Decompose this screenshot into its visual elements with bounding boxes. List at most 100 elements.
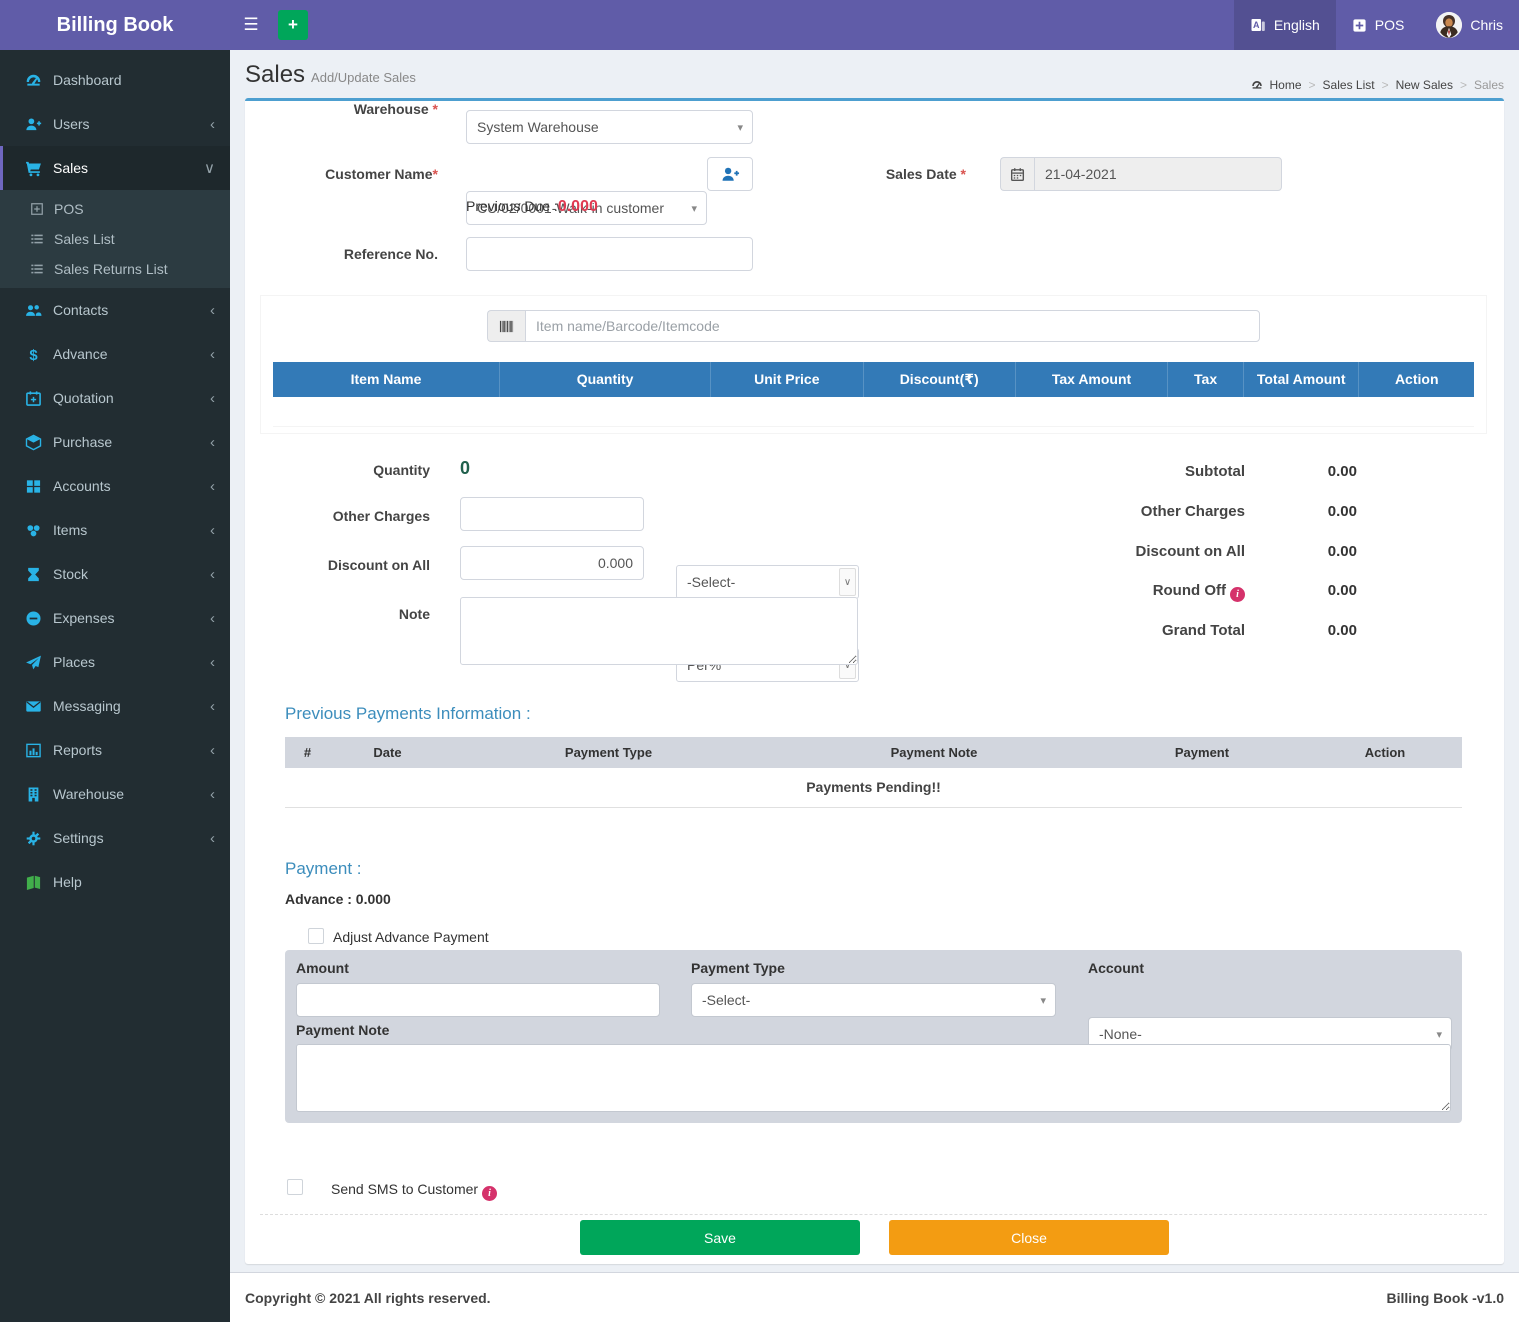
- chevron-down-icon: ▾: [1436, 1028, 1442, 1041]
- sidebar-item-label: Reports: [53, 742, 102, 758]
- user-plus-icon: [25, 116, 42, 133]
- sidebar-item-label: Accounts: [53, 478, 111, 494]
- cart-icon: [25, 160, 42, 177]
- chevron-down-icon: ∨: [204, 161, 215, 176]
- sidebar-item-contacts[interactable]: Contacts ‹: [0, 288, 230, 332]
- amount-input[interactable]: [296, 983, 660, 1017]
- sidebar-item-items[interactable]: Items ‹: [0, 508, 230, 552]
- previous-due-label: Previous Due :: [466, 198, 558, 214]
- calendar-icon[interactable]: [1000, 157, 1034, 191]
- sidebar-item-stock[interactable]: Stock ‹: [0, 552, 230, 596]
- close-button[interactable]: Close: [889, 1220, 1169, 1255]
- hourglass-icon: [25, 566, 42, 583]
- copyright-text: Copyright © 2021 All rights reserved.: [245, 1290, 491, 1306]
- gears-icon: [25, 830, 42, 847]
- item-search-input[interactable]: [525, 310, 1260, 342]
- sidebar-item-purchase[interactable]: Purchase ‹: [0, 420, 230, 464]
- other-charges-label: Other Charges: [245, 508, 430, 524]
- previous-payments-table: # Date Payment Type Payment Note Payment…: [285, 737, 1462, 808]
- payment-note-label: Payment Note: [296, 1022, 389, 1038]
- sidebar-item-users[interactable]: Users ‹: [0, 102, 230, 146]
- content-header: SalesAdd/Update Sales Home > Sales List …: [230, 50, 1519, 98]
- col-action: Action: [1359, 362, 1474, 397]
- book-icon: [25, 874, 42, 891]
- round-off-value: 0.00: [1265, 582, 1357, 599]
- warehouse-value: System Warehouse: [477, 119, 599, 135]
- cube-icon: [25, 434, 42, 451]
- chevron-down-icon: ∨: [839, 568, 856, 596]
- app-logo[interactable]: Billing Book: [0, 0, 230, 50]
- sidebar-item-expenses[interactable]: Expenses ‹: [0, 596, 230, 640]
- items-table-header: Item Name Quantity Unit Price Discount(₹…: [273, 362, 1474, 397]
- add-customer-button[interactable]: [707, 157, 753, 191]
- send-sms-checkbox[interactable]: [287, 1179, 303, 1195]
- warehouse-select[interactable]: System Warehouse ▾: [466, 110, 753, 144]
- info-icon[interactable]: i: [482, 1186, 497, 1201]
- sidebar-item-help[interactable]: Help: [0, 860, 230, 904]
- adjust-advance-checkbox[interactable]: [308, 928, 324, 944]
- col-discount: Discount(₹): [864, 362, 1016, 397]
- sidebar-item-label: Stock: [53, 566, 88, 582]
- payment-type-select[interactable]: -Select- ▾: [691, 983, 1056, 1017]
- bar-chart-icon: [25, 742, 42, 759]
- pos-menu[interactable]: POS: [1336, 0, 1421, 50]
- discount-on-all-input[interactable]: [460, 546, 644, 580]
- payment-note-textarea[interactable]: [296, 1044, 1451, 1112]
- chevron-down-icon: ▾: [1040, 994, 1046, 1007]
- user-menu[interactable]: Chris: [1420, 0, 1519, 50]
- col-payment-note: Payment Note: [772, 737, 1096, 768]
- chevron-left-icon: ‹: [210, 831, 215, 846]
- main-content: SalesAdd/Update Sales Home > Sales List …: [230, 50, 1519, 1322]
- sidebar-item-accounts[interactable]: Accounts ‹: [0, 464, 230, 508]
- quantity-label: Quantity: [245, 462, 430, 478]
- sidebar-subitem-sales-returns-list[interactable]: Sales Returns List: [0, 254, 230, 284]
- sidebar-item-quotation[interactable]: Quotation ‹: [0, 376, 230, 420]
- sidebar-subitem-sales-list[interactable]: Sales List: [0, 224, 230, 254]
- sidebar-item-sales[interactable]: Sales ∨: [0, 146, 230, 190]
- warehouse-label: Warehouse *: [245, 101, 438, 117]
- note-textarea[interactable]: [460, 597, 858, 665]
- breadcrumb-separator: >: [1460, 78, 1467, 92]
- page-subtitle: Add/Update Sales: [311, 70, 416, 85]
- col-item-name: Item Name: [273, 362, 500, 397]
- user-plus-icon: [721, 165, 740, 184]
- chevron-left-icon: ‹: [210, 787, 215, 802]
- sidebar-item-settings[interactable]: Settings ‹: [0, 816, 230, 860]
- items-table: Item Name Quantity Unit Price Discount(₹…: [273, 362, 1474, 427]
- info-icon[interactable]: i: [1230, 587, 1245, 602]
- sidebar-item-reports[interactable]: Reports ‹: [0, 728, 230, 772]
- save-button[interactable]: Save: [580, 1220, 860, 1255]
- sidebar-item-messaging[interactable]: Messaging ‹: [0, 684, 230, 728]
- sidebar-item-dashboard[interactable]: Dashboard: [0, 58, 230, 102]
- sidebar-item-label: Settings: [53, 830, 104, 846]
- breadcrumb-sales-list[interactable]: Sales List: [1323, 78, 1375, 92]
- advance-text: Advance : 0.000: [285, 891, 391, 907]
- user-name: Chris: [1470, 17, 1503, 33]
- discount-total-label: Discount on All: [885, 543, 1245, 560]
- chevron-left-icon: ‹: [210, 611, 215, 626]
- breadcrumb-home[interactable]: Home: [1270, 78, 1302, 92]
- circles-icon: [25, 522, 42, 539]
- chevron-left-icon: ‹: [210, 117, 215, 132]
- grand-total-label: Grand Total: [885, 622, 1245, 639]
- other-charges-select[interactable]: -Select- ∨: [676, 565, 859, 599]
- quick-add-button[interactable]: +: [278, 10, 308, 40]
- payment-type-value: -Select-: [702, 992, 750, 1008]
- amount-label: Amount: [296, 960, 349, 976]
- sidebar-item-places[interactable]: Places ‹: [0, 640, 230, 684]
- top-navbar: Billing Book ☰ + English POS: [0, 0, 1519, 50]
- sidebar-toggle-button[interactable]: ☰: [230, 0, 272, 50]
- sidebar-item-advance[interactable]: Advance ‹: [0, 332, 230, 376]
- subitem-label: Sales List: [54, 231, 115, 247]
- other-charges-input[interactable]: [460, 497, 644, 531]
- sidebar-subitem-pos[interactable]: POS: [0, 194, 230, 224]
- sales-date-input[interactable]: [1034, 157, 1282, 191]
- breadcrumb-new-sales[interactable]: New Sales: [1396, 78, 1453, 92]
- breadcrumb-separator: >: [1382, 78, 1389, 92]
- sidebar-item-warehouse[interactable]: Warehouse ‹: [0, 772, 230, 816]
- reference-input[interactable]: [466, 237, 753, 271]
- language-icon: [1250, 17, 1266, 33]
- paper-plane-icon: [25, 654, 42, 671]
- language-menu[interactable]: English: [1234, 0, 1336, 50]
- other-charges-select-value: -Select-: [687, 574, 735, 590]
